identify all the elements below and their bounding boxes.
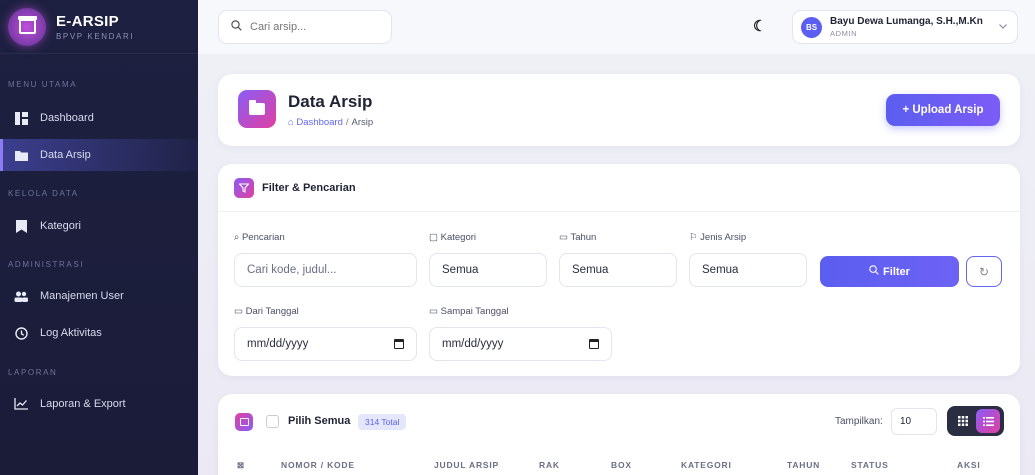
- sidebar: E-ARSIP BPVP KENDARI MENU UTAMA Dashboar…: [0, 0, 198, 475]
- funnel-icon: [234, 177, 254, 198]
- archive-icon: [235, 413, 253, 431]
- section-label-kelola-data: KELOLA DATA: [8, 189, 79, 198]
- select-all-checkbox[interactable]: [266, 415, 279, 428]
- chevron-down-icon: [999, 21, 1007, 32]
- breadcrumb: ⌂ Dashboard / Arsip: [288, 117, 373, 128]
- page-header-card: Data Arsip ⌂ Dashboard / Arsip + Upload Ar…: [218, 74, 1020, 146]
- column-header-rak[interactable]: RAK: [539, 460, 560, 470]
- column-header-aksi: AKSI: [957, 460, 981, 470]
- folder-icon: [238, 90, 276, 128]
- filter-title: Filter & Pencarian: [262, 181, 356, 194]
- brand[interactable]: E-ARSIP BPVP KENDARI: [0, 0, 198, 54]
- column-header-kategori[interactable]: KATEGORI: [681, 460, 732, 470]
- search-icon: [231, 20, 242, 34]
- sidebar-item-label: Data Arsip: [40, 149, 91, 161]
- sidebar-item-kategori[interactable]: Kategori: [0, 210, 198, 242]
- page-title: Data Arsip: [288, 92, 373, 111]
- keyword-search-input[interactable]: Cari kode, judul...: [234, 253, 417, 287]
- per-page-label: Tampilkan:: [835, 416, 883, 427]
- user-menu[interactable]: BS Bayu Dewa Lumanga, S.H.,M.Kn ADMIN: [792, 10, 1018, 44]
- filter-button[interactable]: Filter: [820, 256, 959, 287]
- list-view-icon[interactable]: [976, 409, 1001, 433]
- column-header-box[interactable]: BOX: [611, 460, 632, 470]
- bookmark-icon: [14, 219, 28, 233]
- view-toggle: [947, 406, 1004, 436]
- sidebar-item-log-aktivitas[interactable]: Log Aktivitas: [0, 317, 198, 349]
- calendar-icon: ▭: [234, 306, 243, 317]
- archive-box-icon: [8, 7, 46, 46]
- per-page-select[interactable]: 10: [891, 408, 937, 435]
- search-field-label: ⌕ Pencarian: [234, 232, 285, 243]
- calendar-icon: ▭: [559, 232, 568, 243]
- column-header-tahun[interactable]: TAHUN: [787, 460, 820, 470]
- jenis-arsip-select[interactable]: Semua: [689, 253, 807, 287]
- date-placeholder: mm/dd/yyyy: [247, 338, 309, 350]
- sampai-tanggal-field-label: ▭ Sampai Tanggal: [429, 306, 509, 317]
- sampai-tanggal-input[interactable]: mm/dd/yyyy: [429, 327, 612, 361]
- global-search[interactable]: [218, 10, 392, 44]
- chart-icon: [14, 397, 28, 411]
- users-icon: [14, 289, 28, 303]
- sidebar-item-dashboard[interactable]: Dashboard: [0, 102, 198, 134]
- topbar: ☾ BS Bayu Dewa Lumanga, S.H.,M.Kn ADMIN: [198, 0, 1035, 54]
- sidebar-item-label: Kategori: [40, 220, 81, 232]
- brand-subtitle: BPVP KENDARI: [56, 31, 135, 41]
- tahun-field-label: ▭ Tahun: [559, 232, 597, 243]
- total-count-badge: 314 Total: [358, 414, 407, 430]
- select-all-label[interactable]: Pilih Semua: [288, 415, 350, 427]
- dari-tanggal-input[interactable]: mm/dd/yyyy: [234, 327, 417, 361]
- jenis-arsip-field-label: ⚐ Jenis Arsip: [689, 232, 747, 243]
- dashboard-icon: [14, 111, 28, 125]
- user-role: ADMIN: [830, 29, 858, 38]
- section-label-laporan: LAPORAN: [8, 368, 58, 377]
- column-header-judul[interactable]: JUDUL ARSIP: [434, 460, 499, 470]
- avatar: BS: [801, 16, 822, 38]
- brand-title: E-ARSIP: [56, 12, 119, 30]
- search-icon: [869, 265, 879, 278]
- date-placeholder: mm/dd/yyyy: [442, 338, 504, 350]
- refresh-icon: ↻: [978, 264, 990, 279]
- sidebar-item-label: Dashboard: [40, 112, 94, 124]
- sidebar-item-label: Manajemen User: [40, 290, 124, 302]
- folder-icon: [14, 148, 28, 162]
- search-icon: ⌕: [234, 232, 240, 243]
- main-content: Data Arsip ⌂ Dashboard / Arsip + Upload Ar…: [198, 54, 1035, 475]
- column-header-nomor[interactable]: NOMOR / KODE: [281, 460, 355, 470]
- sidebar-item-manajemen-user[interactable]: Manajemen User: [0, 280, 198, 312]
- filter-button-label: Filter: [883, 265, 910, 278]
- archive-table-card: Pilih Semua 314 Total Tampilkan: 10 ⊠ NO…: [218, 394, 1020, 475]
- filter-header: Filter & Pencarian: [218, 164, 1020, 212]
- reset-button[interactable]: ↻: [966, 256, 1002, 287]
- column-header-status[interactable]: STATUS: [851, 460, 889, 470]
- sidebar-item-label: Laporan & Export: [40, 398, 126, 410]
- kategori-select[interactable]: Semua: [429, 253, 547, 287]
- user-name: Bayu Dewa Lumanga, S.H.,M.Kn: [830, 16, 983, 27]
- calendar-icon[interactable]: [394, 339, 404, 349]
- theme-toggle-moon-icon[interactable]: ☾: [753, 17, 766, 35]
- filter-card: Filter & Pencarian ⌕ Pencarian Cari kode…: [218, 164, 1020, 376]
- calendar-icon: ▭: [429, 306, 438, 317]
- sidebar-item-data-arsip[interactable]: Data Arsip: [0, 139, 198, 171]
- calendar-icon[interactable]: [589, 339, 599, 349]
- grid-view-icon[interactable]: [951, 409, 975, 433]
- section-label-administrasi: ADMINISTRASI: [8, 260, 85, 269]
- search-input[interactable]: [250, 21, 380, 33]
- section-label-menu-utama: MENU UTAMA: [8, 80, 78, 89]
- bookmark-icon: ▢: [429, 232, 438, 243]
- clock-icon: [14, 326, 28, 340]
- sidebar-item-label: Log Aktivitas: [40, 327, 102, 339]
- tahun-select[interactable]: Semua: [559, 253, 677, 287]
- kategori-field-label: ▢ Kategori: [429, 232, 477, 243]
- dari-tanggal-field-label: ▭ Dari Tanggal: [234, 306, 299, 317]
- home-icon: ⌂: [288, 117, 294, 128]
- flag-icon: ⚐: [689, 232, 698, 243]
- breadcrumb-home-link[interactable]: Dashboard: [296, 117, 342, 128]
- column-select-icon[interactable]: ⊠: [237, 460, 245, 471]
- breadcrumb-current: Arsip: [351, 117, 374, 128]
- sidebar-item-laporan-export[interactable]: Laporan & Export: [0, 388, 198, 420]
- breadcrumb-separator: /: [345, 117, 349, 128]
- upload-arsip-button[interactable]: + Upload Arsip: [886, 94, 1000, 126]
